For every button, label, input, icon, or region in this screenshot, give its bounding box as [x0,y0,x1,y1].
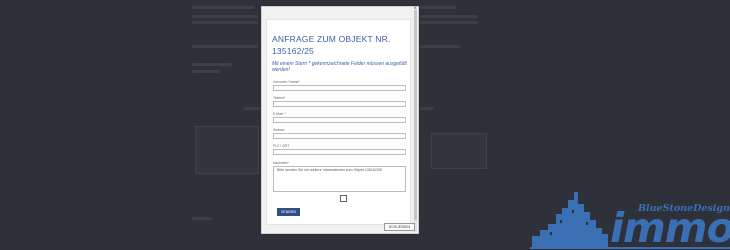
street-label: Strasse [273,128,285,132]
background-building-image [195,126,259,174]
background-text-line [244,107,261,110]
email-label: E-Mail: * [273,112,286,116]
modal-scrollbar[interactable] [414,10,417,232]
phone-field[interactable] [273,101,406,107]
name-label: Vorname / Name* [273,80,300,84]
street-field[interactable] [273,133,406,139]
background-text-line [420,45,460,48]
background-text-line [192,15,258,18]
captcha-checkbox[interactable] [340,195,347,202]
background-text-line [192,70,220,73]
email-field[interactable] [273,117,406,123]
background-text-line [420,6,456,9]
background-text-line [192,217,212,220]
name-field[interactable] [273,85,406,91]
logo-wordmark: immo [610,204,730,250]
modal-title: ANFRAGE ZUM OBJEKT NR. 135162/25 [272,34,391,56]
scrollbar-thumb[interactable] [414,10,417,220]
send-button[interactable]: SENDEN [277,208,300,216]
inquiry-form: ANFRAGE ZUM OBJEKT NR. 135162/25 Mit ein… [266,19,411,225]
background-text-line [420,21,478,24]
background-text-line [420,107,434,110]
modal-subtitle: Mit einem Stern * gekennzeichnete Felder… [272,61,407,74]
city-label: PLZ / ORT [273,144,290,148]
inquiry-modal: × ANFRAGE ZUM OBJEKT NR. 135162/25 Mit e… [261,6,419,234]
phone-label: Telefon* [273,96,286,100]
background-text-line [192,63,232,66]
message-field[interactable]: Bitte senden Sie mir weitere Information… [273,166,406,192]
background-building-image [431,133,487,169]
city-field[interactable] [273,149,406,155]
background-text-line [192,6,254,9]
background-text-line [192,45,258,48]
company-logo: BlueStoneDesign immo [530,190,730,250]
close-button[interactable]: SCHLIESSEN [384,223,415,231]
message-label: Nachricht* [273,161,289,165]
background-text-line [192,21,258,24]
background-text-line [420,15,478,18]
